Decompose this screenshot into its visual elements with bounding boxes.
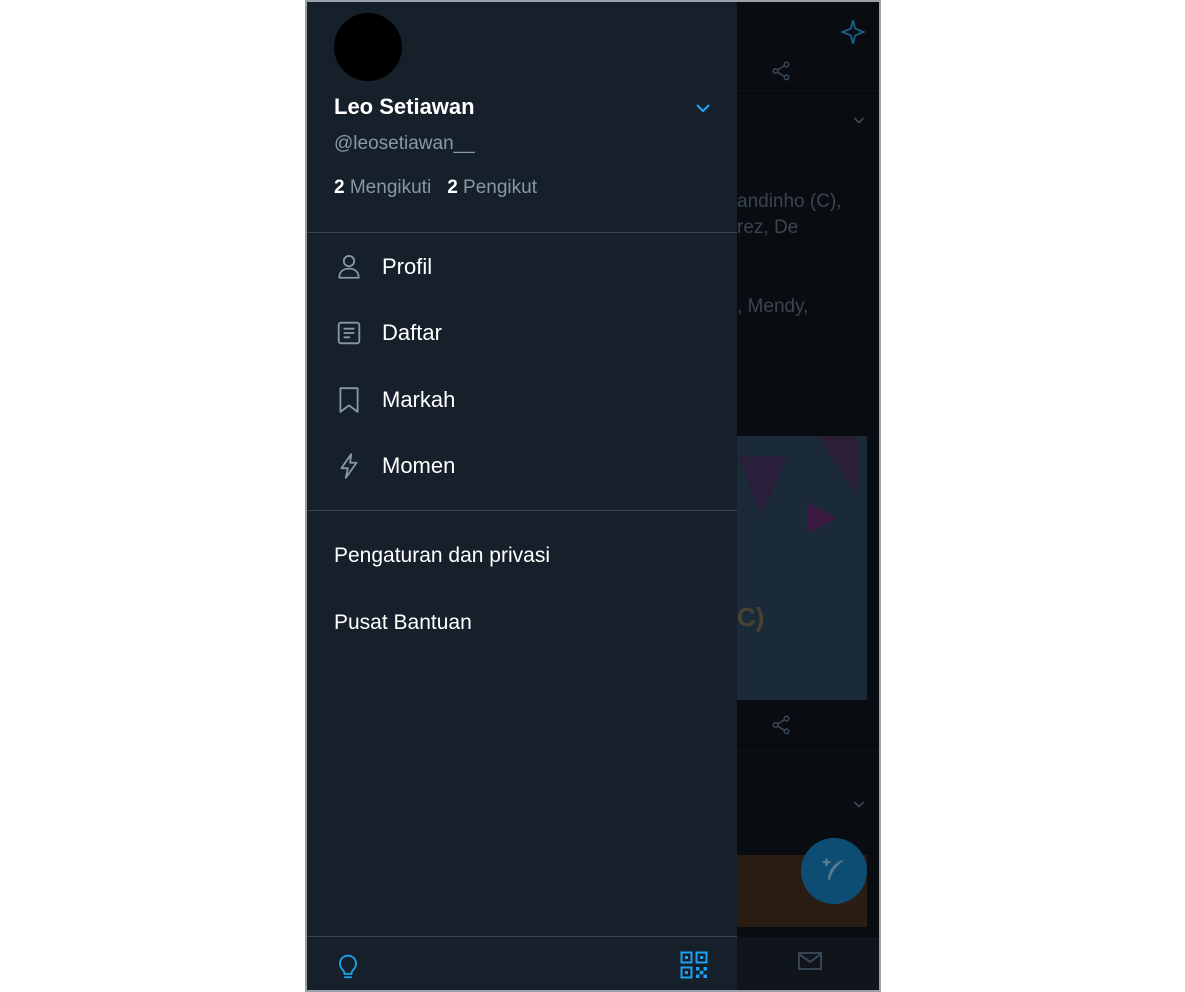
timeline-text: rez, De [737,217,799,238]
chevron-down-icon [853,801,865,808]
chevron-down-icon [853,117,865,124]
share-icon [772,715,790,735]
avatar[interactable] [334,13,402,81]
menu-item-label: Daftar [382,320,442,345]
lightning-icon [334,451,364,481]
navigation-drawer: Leo Setiawan @leosetiawan__ 2 Mengikuti 2… [307,2,737,990]
qr-code-icon[interactable] [680,951,708,979]
menu-item-lists[interactable]: Daftar [307,305,737,361]
divider [307,232,737,233]
divider [307,510,737,511]
help-center-link[interactable]: Pusat Bantuan [334,611,472,635]
compose-tweet-button[interactable] [801,838,867,904]
chevron-down-icon[interactable] [691,96,715,120]
drawer-bottom-bar [307,936,737,990]
timeline-text: , Mendy, [737,296,809,317]
mail-icon [798,952,822,970]
settings-privacy-link[interactable]: Pengaturan dan privasi [334,544,550,568]
lightbulb-icon[interactable] [335,953,361,981]
timeline-image[interactable]: C) [737,436,867,700]
phone-frame: andinho (C), rez, De , Mendy, C) Leo Set… [305,0,881,992]
followers-label: Pengikut [463,177,537,198]
menu-item-moments[interactable]: Momen [307,438,737,494]
profile-handle: @leosetiawan__ [334,133,475,154]
menu-item-label: Momen [382,453,456,478]
profile-name: Leo Setiawan [334,94,475,119]
list-icon [334,318,364,348]
timeline-text: andinho (C), [737,191,842,212]
following-link[interactable]: 2 Mengikuti [334,177,431,198]
follow-stats: 2 Mengikuti 2 Pengikut [334,177,537,199]
following-count: 2 [334,177,345,198]
followers-link[interactable]: 2 Pengikut [447,177,537,198]
menu-item-label: Profil [382,254,433,279]
background-bottom-nav [737,937,879,990]
quill-plus-icon [822,858,844,880]
menu-item-bookmarks[interactable]: Markah [307,372,737,428]
followers-count: 2 [447,177,458,198]
person-icon [334,252,364,282]
timeline-image-text: C) [737,602,765,632]
bookmark-icon [334,385,364,415]
share-icon [772,61,790,81]
menu-item-label: Markah [382,387,456,412]
menu-item-profile[interactable]: Profil [307,239,737,295]
sparkle-icon [840,20,866,44]
following-label: Mengikuti [349,177,432,198]
